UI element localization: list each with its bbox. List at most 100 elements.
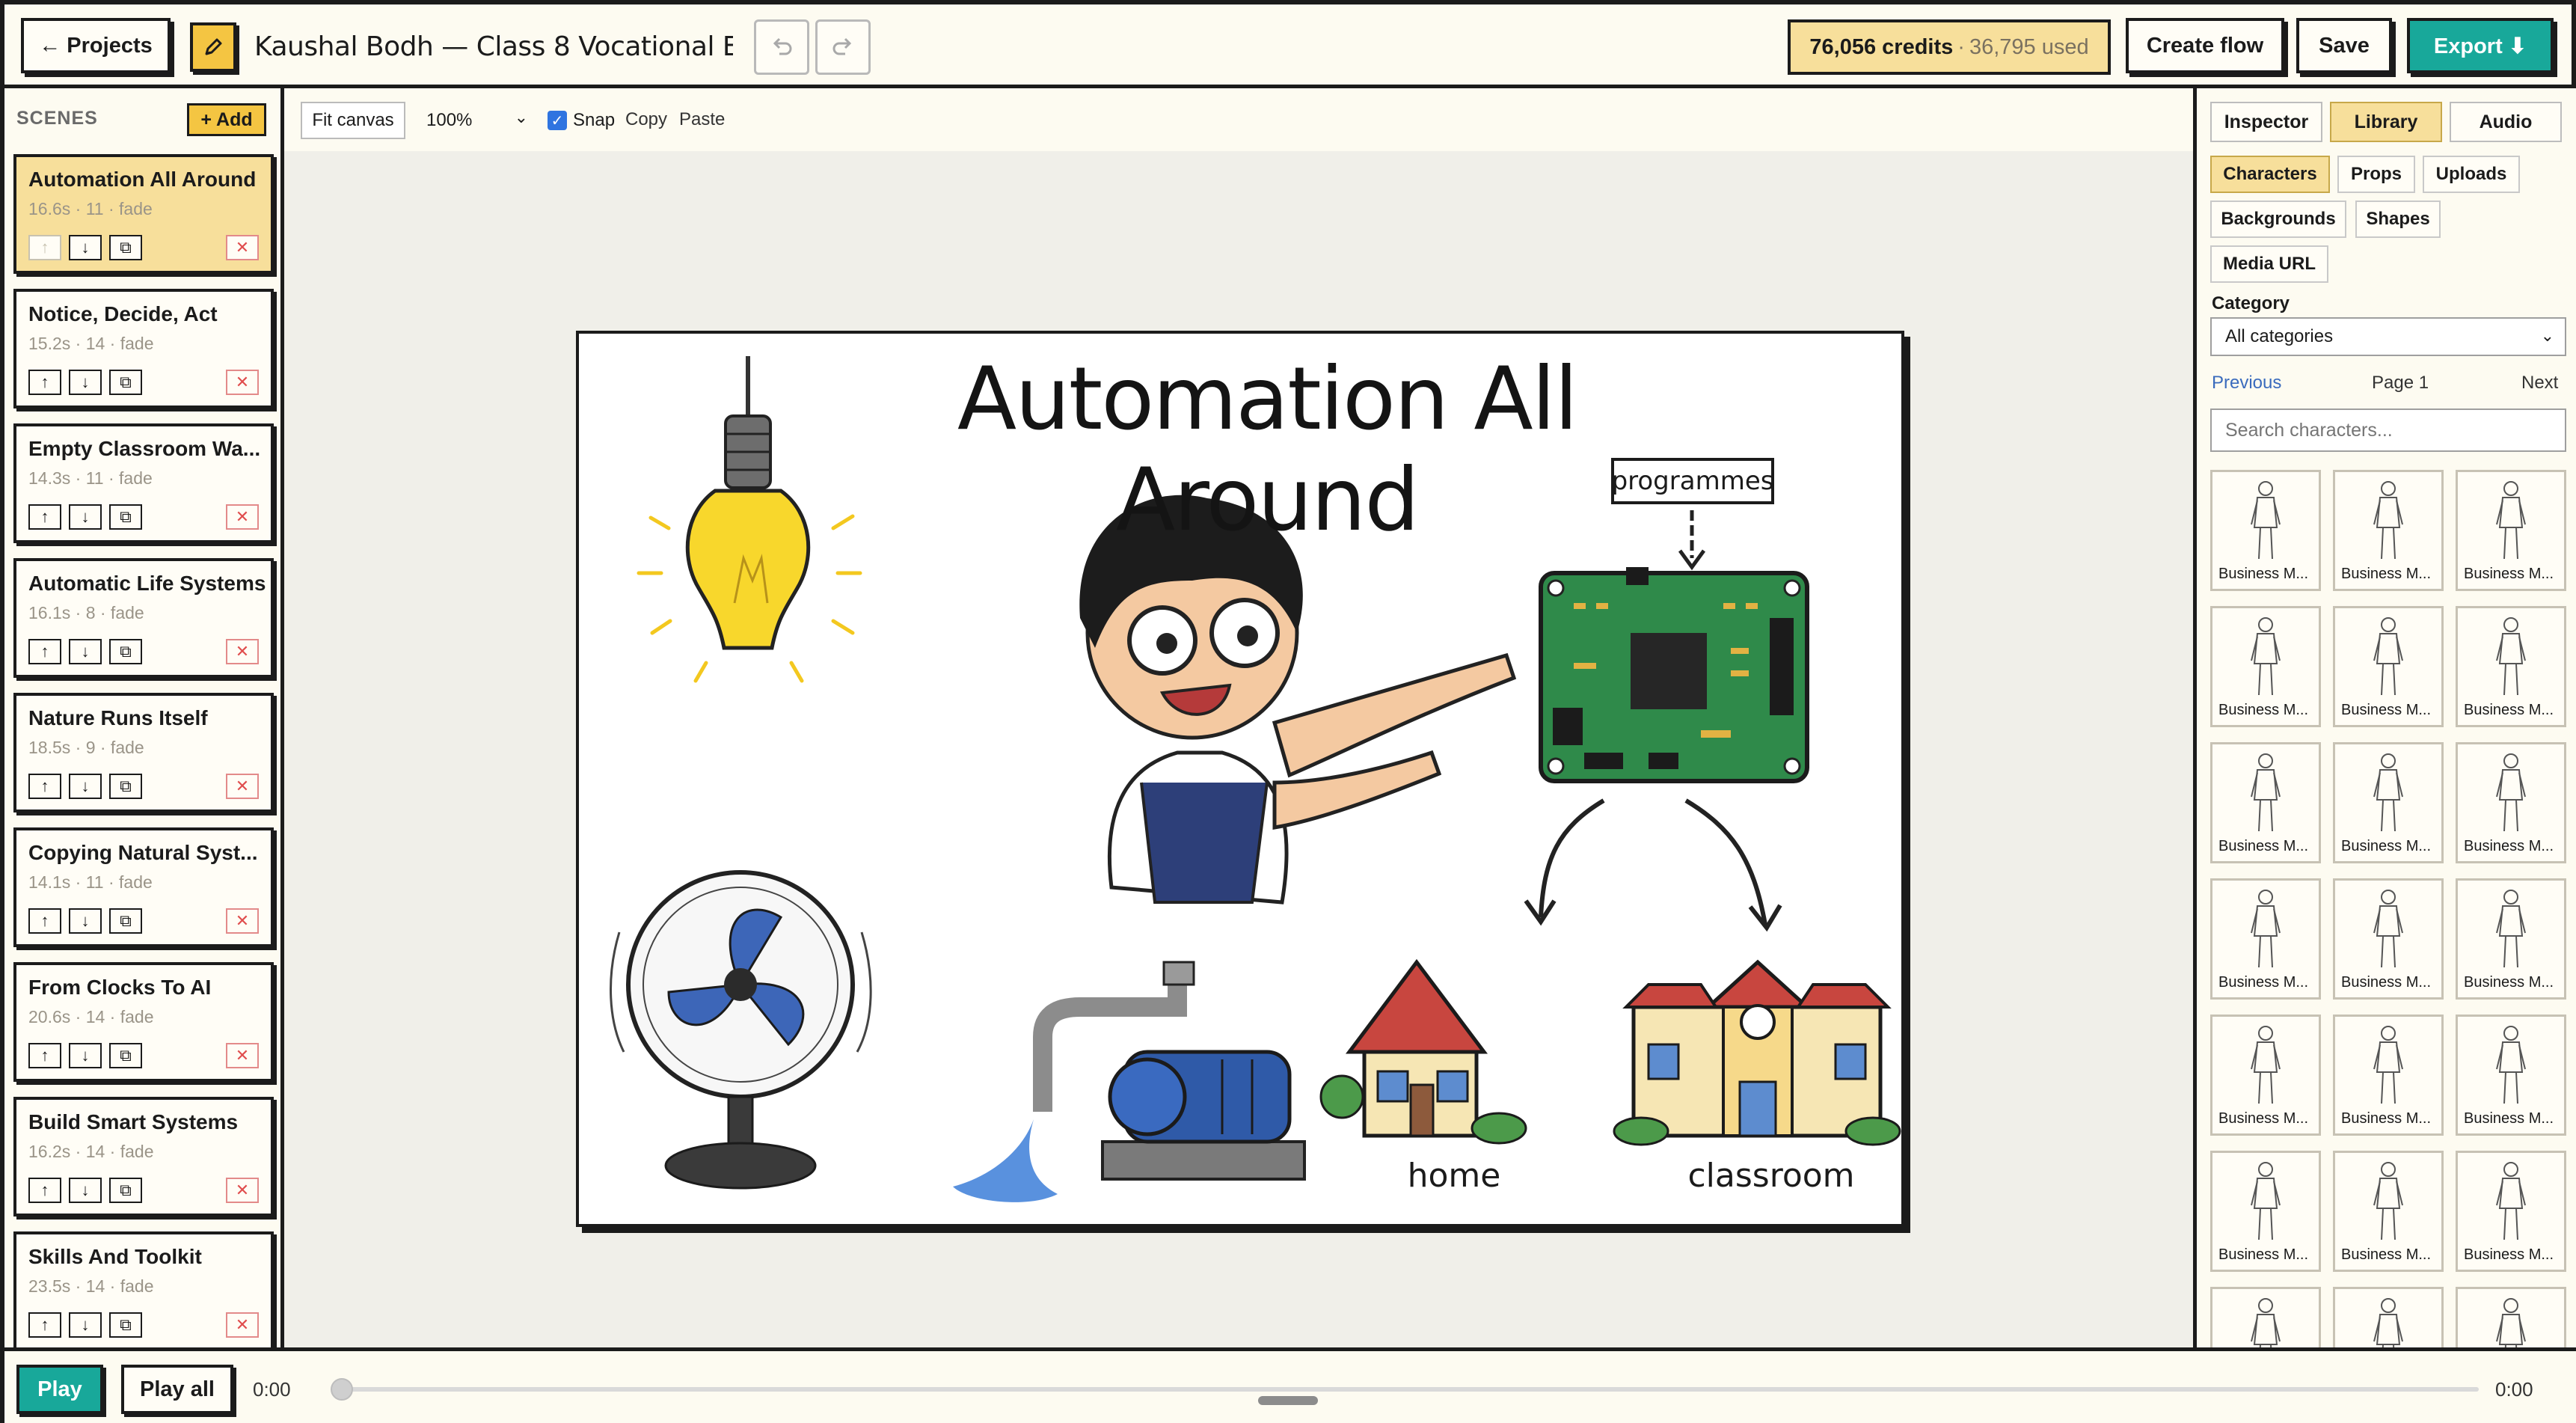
house-illustration[interactable] [1319,958,1527,1145]
table-fan-illustration[interactable] [610,870,872,1190]
tab-audio[interactable]: Audio [2450,102,2562,142]
move-down-icon[interactable]: ↓ [69,370,102,395]
move-down-icon[interactable]: ↓ [69,1178,102,1203]
classroom-label[interactable]: classroom [1666,1157,1876,1195]
duplicate-icon[interactable]: ⧉ [109,774,142,799]
school-illustration[interactable] [1613,959,1901,1146]
play-all-button[interactable]: Play all [121,1365,233,1414]
character-thumbnail[interactable]: Business M... [2333,742,2444,863]
home-label[interactable]: home [1387,1157,1521,1195]
scene-card[interactable]: Skills And Toolkit 23.5s · 14 · fade ↑ ↓ ⧉ ✕ [13,1231,274,1347]
chip-uploads[interactable]: Uploads [2423,156,2520,193]
duplicate-icon[interactable]: ⧉ [109,235,142,260]
chip-backgrounds[interactable]: Backgrounds [2210,201,2346,238]
move-down-icon[interactable]: ↓ [69,1043,102,1068]
scene-card[interactable]: Automatic Life Systems 16.1s · 8 · fade ↑ ↓… [13,558,274,678]
character-thumbnail[interactable]: Business M... [2456,470,2566,591]
scene-card[interactable]: From Clocks To AI 20.6s · 14 · fade ↑ ↓ ⧉ ✕ [13,962,274,1082]
duplicate-icon[interactable]: ⧉ [109,504,142,530]
character-thumbnail[interactable]: Business M... [2333,1015,2444,1136]
play-button[interactable]: Play [16,1365,103,1414]
undo-button[interactable] [754,19,809,75]
move-up-icon[interactable]: ↑ [28,639,61,664]
delete-icon[interactable]: ✕ [226,1312,259,1338]
move-down-icon[interactable]: ↓ [69,908,102,934]
checkbox-checked-icon[interactable]: ✓ [548,111,567,130]
character-thumbnail[interactable]: Business M... [2210,878,2321,1000]
move-up-icon[interactable]: ↑ [28,774,61,799]
scene-card[interactable]: Notice, Decide, Act 15.2s · 14 · fade ↑ ↓ ⧉ ✕ [13,289,274,408]
chip-props[interactable]: Props [2337,156,2415,193]
move-up-icon[interactable]: ↑ [28,235,61,260]
delete-icon[interactable]: ✕ [226,504,259,530]
chip-media-url[interactable]: Media URL [2210,245,2328,283]
move-down-icon[interactable]: ↓ [69,1312,102,1338]
character-thumbnail[interactable]: Business M... [2333,878,2444,1000]
search-characters-input[interactable] [2210,408,2566,452]
chip-shapes[interactable]: Shapes [2355,201,2441,238]
move-up-icon[interactable]: ↑ [28,370,61,395]
scene-card[interactable]: Empty Classroom Wa... 14.3s · 11 · fade ↑ ↓… [13,423,274,543]
character-thumbnail[interactable]: Business M... [2210,470,2321,591]
zoom-select[interactable]: 100% ⌄ [419,103,539,138]
character-thumbnail[interactable]: Business M... [2210,1015,2321,1136]
delete-icon[interactable]: ✕ [226,235,259,260]
edit-title-button[interactable] [190,22,236,72]
redo-button[interactable] [815,19,871,75]
character-thumbnail[interactable] [2333,1287,2444,1347]
snap-toggle[interactable]: ✓ Snap [548,103,615,138]
delete-icon[interactable]: ✕ [226,908,259,934]
duplicate-icon[interactable]: ⧉ [109,370,142,395]
duplicate-icon[interactable]: ⧉ [109,639,142,664]
boy-character-illustration[interactable] [1079,495,1517,905]
stage-title-text[interactable]: Automation All Around [893,349,1641,551]
duplicate-icon[interactable]: ⧉ [109,1043,142,1068]
character-thumbnail[interactable]: Business M... [2456,606,2566,727]
character-thumbnail[interactable]: Business M... [2210,606,2321,727]
character-thumbnail[interactable]: Business M... [2456,742,2566,863]
character-thumbnail[interactable]: Business M... [2456,1151,2566,1272]
scene-card[interactable]: Nature Runs Itself 18.5s · 9 · fade ↑ ↓ ⧉ ✕ [13,693,274,813]
previous-page-link[interactable]: Previous [2212,373,2281,394]
character-thumbnail[interactable]: Business M... [2456,1015,2566,1136]
programmes-label[interactable]: programmes [1611,458,1774,504]
category-select[interactable]: All categories ⌄ [2210,317,2566,356]
light-bulb-illustration[interactable] [637,356,862,683]
move-up-icon[interactable]: ↑ [28,1312,61,1338]
timeline-track[interactable] [341,1387,2479,1392]
move-down-icon[interactable]: ↓ [69,639,102,664]
delete-icon[interactable]: ✕ [226,639,259,664]
tab-inspector[interactable]: Inspector [2210,102,2322,142]
character-thumbnail[interactable]: Business M... [2333,606,2444,727]
character-thumbnail[interactable]: Business M... [2210,1151,2321,1272]
next-page-link[interactable]: Next [2521,373,2558,394]
character-thumbnail[interactable]: Business M... [2333,470,2444,591]
move-down-icon[interactable]: ↓ [69,774,102,799]
move-up-icon[interactable]: ↑ [28,1178,61,1203]
tab-library[interactable]: Library [2330,102,2442,142]
fit-canvas-button[interactable]: Fit canvas [301,102,405,139]
move-up-icon[interactable]: ↑ [28,504,61,530]
move-up-icon[interactable]: ↑ [28,1043,61,1068]
resize-handle[interactable] [1258,1396,1318,1405]
circuit-board-illustration[interactable] [1539,567,1809,783]
scene-stage[interactable]: Automation All Around programmes home cl… [576,331,1904,1227]
add-scene-button[interactable]: + Add [187,103,266,136]
character-thumbnail[interactable]: Business M... [2333,1151,2444,1272]
water-pump-illustration[interactable] [953,961,1306,1202]
back-to-projects-button[interactable]: ← Projects [21,18,171,73]
chip-characters[interactable]: Characters [2210,156,2330,193]
scene-card[interactable]: Build Smart Systems 16.2s · 14 · fade ↑ ↓ ⧉ ✕ [13,1097,274,1217]
delete-icon[interactable]: ✕ [226,1178,259,1203]
character-thumbnail[interactable]: Business M... [2210,742,2321,863]
duplicate-icon[interactable]: ⧉ [109,1178,142,1203]
delete-icon[interactable]: ✕ [226,774,259,799]
delete-icon[interactable]: ✕ [226,370,259,395]
paste-button[interactable]: Paste [679,109,725,130]
timeline-scrubber[interactable] [331,1378,353,1401]
move-down-icon[interactable]: ↓ [69,235,102,260]
create-flow-button[interactable]: Create flow [2126,18,2284,73]
duplicate-icon[interactable]: ⧉ [109,908,142,934]
save-button[interactable]: Save [2296,18,2392,73]
delete-icon[interactable]: ✕ [226,1043,259,1068]
